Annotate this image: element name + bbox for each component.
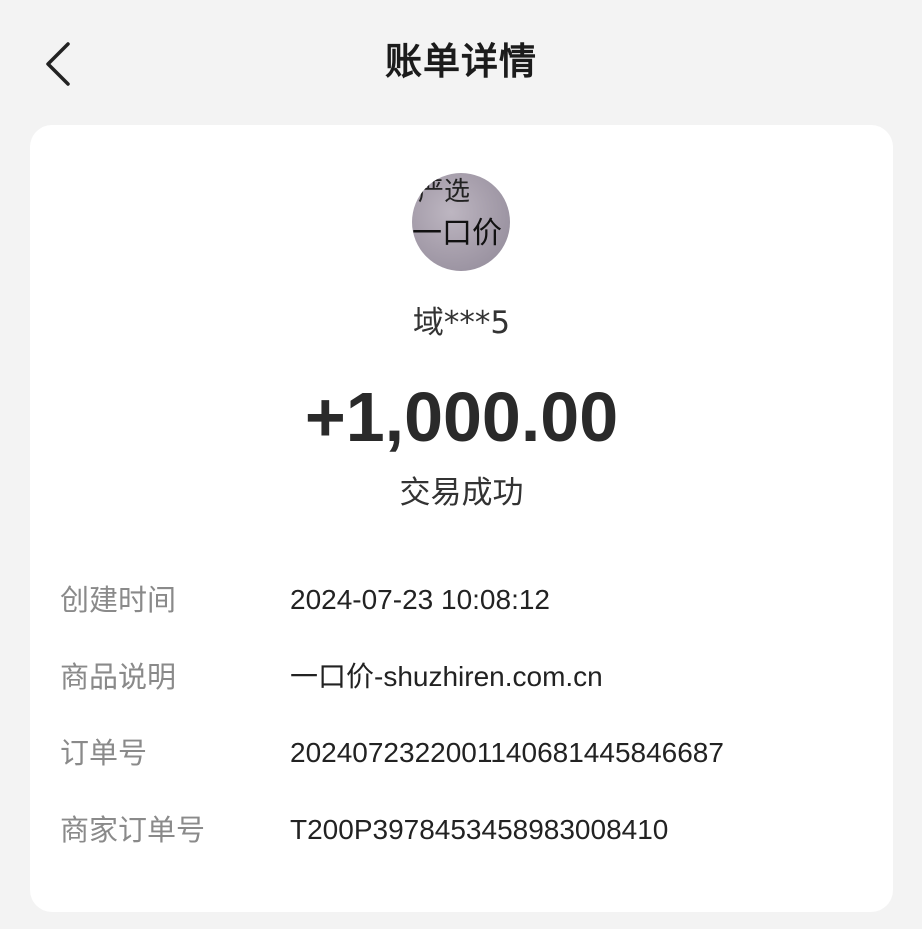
detail-label: 商家订单号 (60, 813, 206, 847)
avatar-text-line2: 一口价 (412, 216, 502, 251)
transaction-status: 交易成功 (399, 475, 524, 511)
detail-label: 创建时间 (60, 583, 177, 617)
detail-value: 2024072322001140681445846687 (290, 737, 724, 768)
detail-value: 2024-07-23 10:08:12 (290, 584, 550, 615)
detail-label: 商品说明 (60, 660, 177, 694)
detail-value: T200P3978453458983008410 (290, 814, 669, 845)
detail-row-product-description: 商品说明 一口价-shuzhiren.com.cn (60, 655, 860, 699)
detail-value: 一口价-shuzhiren.com.cn (290, 661, 603, 692)
transaction-amount: +1,000.00 (304, 378, 619, 456)
page-title: 账单详情 (385, 40, 537, 83)
detail-row-created-time: 创建时间 2024-07-23 10:08:12 (60, 578, 860, 622)
detail-label: 订单号 (60, 736, 148, 770)
detail-row-merchant-order-number: 商家订单号 T200P3978453458983008410 (60, 808, 860, 852)
avatar[interactable]: 严选 一口价 (412, 173, 510, 271)
detail-row-order-number: 订单号 2024072322001140681445846687 (60, 731, 860, 775)
avatar-text-line1: 严选 (418, 177, 471, 207)
top-bar: 账单详情 (0, 0, 922, 125)
counterparty-name: 域***5 (412, 305, 511, 341)
bill-detail-card: 严选 一口价 域***5 +1,000.00 交易成功 创建时间 2024-07… (30, 125, 893, 912)
